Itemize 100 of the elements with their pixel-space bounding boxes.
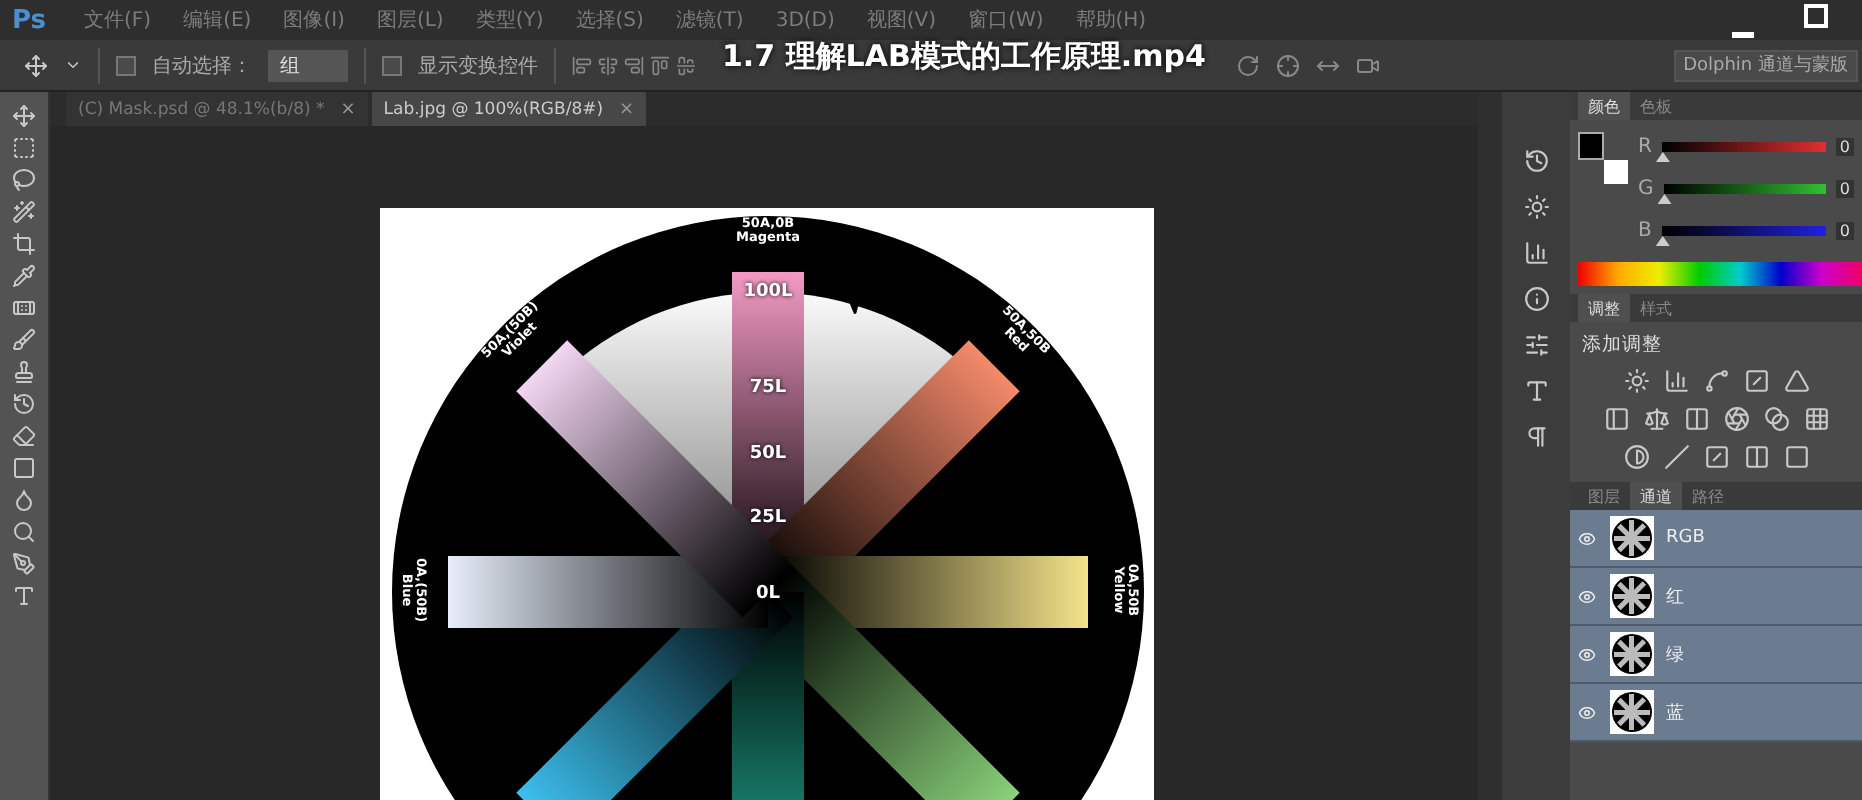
panel-tab[interactable]: 通道 <box>1630 482 1682 510</box>
brightness-icon[interactable] <box>1623 368 1649 394</box>
eye-icon[interactable] <box>1578 587 1596 605</box>
eye-icon[interactable] <box>1578 645 1596 663</box>
move-icon[interactable] <box>12 104 36 128</box>
channel-row[interactable]: 红 <box>1570 568 1862 626</box>
channel-label: G <box>1638 178 1654 200</box>
type-icon[interactable] <box>12 584 36 608</box>
eye-icon[interactable] <box>1578 529 1596 547</box>
channel-row[interactable]: 蓝 <box>1570 684 1862 742</box>
channel-thumbnail-drawing <box>1610 574 1654 618</box>
tab-title: Lab.jpg @ 100%(RGB/8#) <box>383 99 604 119</box>
channel-name: 绿 <box>1666 643 1684 667</box>
menu-item[interactable]: 帮助(H) <box>1075 6 1147 34</box>
lasso-icon[interactable] <box>12 168 36 192</box>
menu-item[interactable]: 图层(L) <box>376 6 444 34</box>
rotate-icon[interactable] <box>1236 53 1260 77</box>
channel-row[interactable]: RGB <box>1570 510 1862 568</box>
channel-value[interactable]: 0 <box>1835 222 1854 240</box>
menu-item[interactable]: 视图(V) <box>866 6 937 34</box>
menu-item[interactable]: 3D(D) <box>775 9 835 31</box>
video-title: 1.7 理解LAB模式的工作原理.mp4 <box>722 38 1206 76</box>
close-button[interactable]: × <box>619 99 635 119</box>
document-tab[interactable]: (C) Mask.psd @ 48.1%(b/8) * × <box>66 92 368 126</box>
align-top-icon[interactable] <box>650 55 670 75</box>
move-tool-icon[interactable] <box>24 53 48 77</box>
lightness-label: 0L <box>756 584 780 604</box>
document-tab[interactable]: Lab.jpg @ 100%(RGB/8#) × <box>371 92 647 126</box>
menu-item[interactable]: 编辑(E) <box>183 6 252 34</box>
menu-item[interactable]: 类型(Y) <box>475 6 544 34</box>
checkbox[interactable] <box>116 55 136 75</box>
stamp-icon[interactable] <box>12 360 36 384</box>
target-select[interactable]: 组 <box>268 49 348 81</box>
channel-value[interactable]: 0 <box>1835 180 1854 198</box>
channel-label: R <box>1638 136 1652 158</box>
pen-icon[interactable] <box>12 552 36 576</box>
caret-icon[interactable] <box>64 56 82 74</box>
levels-icon[interactable] <box>1663 368 1689 394</box>
bandage-icon[interactable] <box>12 296 36 320</box>
workspace-button[interactable]: Dolphin 通道与蒙版 <box>1673 49 1858 81</box>
channel-thumbnail-drawing <box>1610 632 1654 676</box>
histogram-icon[interactable] <box>1523 240 1549 266</box>
color-slider[interactable] <box>1663 184 1826 204</box>
channel-row[interactable]: 绿 <box>1570 626 1862 684</box>
split-square-icon[interactable] <box>1683 406 1709 432</box>
crop-icon[interactable] <box>12 232 36 256</box>
align-center-icon[interactable] <box>598 55 618 75</box>
show-transform-label: 显示变换控件 <box>418 53 538 79</box>
panel-tab[interactable]: 调整 <box>1578 294 1630 322</box>
slider-thumb[interactable] <box>1655 152 1670 162</box>
camera-icon[interactable] <box>1356 53 1380 77</box>
panel-tab[interactable]: 样式 <box>1630 294 1682 322</box>
menu-item[interactable]: 选择(S) <box>575 6 644 34</box>
lightness-label: 100L <box>743 282 793 302</box>
slider-thumb[interactable] <box>1655 236 1670 246</box>
align-left-icon[interactable] <box>572 55 592 75</box>
droplet-icon[interactable] <box>12 488 36 512</box>
color-slider[interactable] <box>1661 142 1826 162</box>
menu-item[interactable]: 窗口(W) <box>968 6 1044 34</box>
channel-thumbnail-drawing <box>1610 516 1654 560</box>
eraser-icon[interactable] <box>12 424 36 448</box>
lightness-label: 50L <box>749 444 787 464</box>
curves-icon[interactable] <box>1703 368 1729 394</box>
wand-icon[interactable] <box>12 200 36 224</box>
channel-thumbnail-drawing <box>1610 690 1654 734</box>
panel-tab[interactable]: 颜色 <box>1578 92 1630 120</box>
sun-icon[interactable] <box>1523 194 1549 220</box>
magnifier-icon[interactable] <box>12 520 36 544</box>
character-icon[interactable] <box>1523 378 1549 404</box>
tab-title: (C) Mask.psd @ 48.1%(b/8) * <box>78 99 325 119</box>
panel-tab[interactable]: 色板 <box>1630 92 1682 120</box>
close-button[interactable]: × <box>340 99 356 119</box>
menu-item[interactable]: 滤镜(T) <box>675 6 744 34</box>
history-brush-icon[interactable] <box>12 392 36 416</box>
marquee-icon[interactable] <box>12 136 36 160</box>
channel-label: B <box>1638 220 1652 242</box>
properties-icon[interactable] <box>1523 332 1549 358</box>
menu-item[interactable]: 文件(F) <box>84 6 152 34</box>
paragraph-icon[interactable] <box>1523 424 1549 450</box>
info-icon[interactable] <box>1523 286 1549 312</box>
menu-item[interactable]: 图像(I) <box>283 6 345 34</box>
spectrum-bar[interactable] <box>1578 262 1862 286</box>
channel-name: 红 <box>1666 585 1684 609</box>
background-swatch[interactable] <box>1604 160 1628 184</box>
align-middle-icon[interactable] <box>676 55 696 75</box>
history-icon[interactable] <box>1523 148 1549 174</box>
panel-tab[interactable]: 路径 <box>1682 482 1734 510</box>
auto-select-label: 自动选择： <box>152 53 252 79</box>
checkbox[interactable] <box>382 55 402 75</box>
panel-tab[interactable]: 图层 <box>1578 482 1630 510</box>
color-slider[interactable] <box>1661 226 1826 246</box>
channel-value[interactable]: 0 <box>1835 138 1854 156</box>
brush-icon[interactable] <box>12 328 36 352</box>
foreground-swatch[interactable] <box>1578 132 1604 160</box>
align-right-icon[interactable] <box>624 55 644 75</box>
slider-thumb[interactable] <box>1657 194 1672 204</box>
eye-icon[interactable] <box>1578 703 1596 721</box>
balance-icon[interactable] <box>1643 406 1669 432</box>
crosshair-icon[interactable] <box>1276 53 1300 77</box>
eyedropper-icon[interactable] <box>12 264 36 288</box>
